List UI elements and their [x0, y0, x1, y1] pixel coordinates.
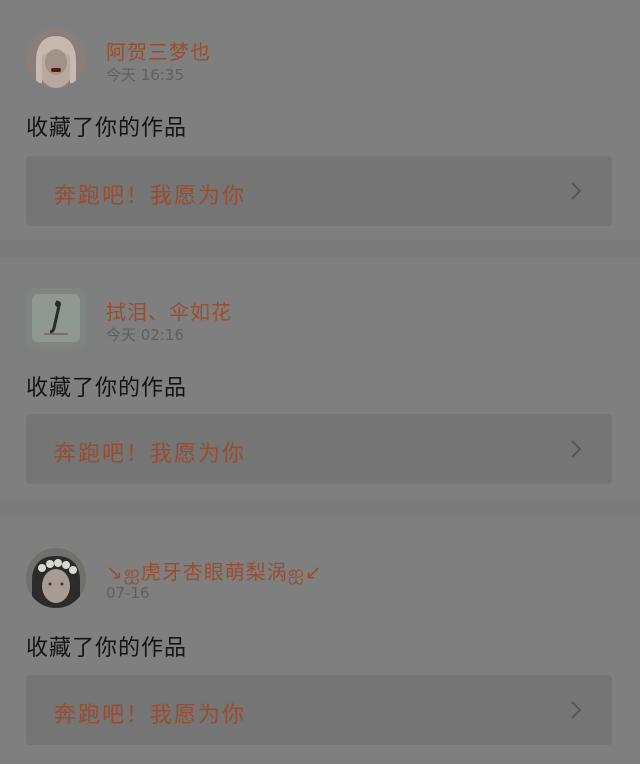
- action-text: 收藏了你的作品: [26, 376, 188, 401]
- notification-card: ↘ஐ虎牙杏眼萌梨涡ஐ↙ 07-16 收藏了你的作品 奔跑吧！我愿为你: [0, 518, 640, 764]
- timestamp: 07-16: [106, 584, 150, 602]
- username[interactable]: ↘ஐ虎牙杏眼萌梨涡ஐ↙: [106, 556, 323, 587]
- avatar-image: [26, 548, 86, 608]
- work-title: 奔跑吧！我愿为你: [54, 703, 247, 728]
- work-title: 奔跑吧！我愿为你: [54, 184, 247, 209]
- work-link[interactable]: 奔跑吧！我愿为你: [26, 675, 612, 745]
- notification-feed: 阿贺三梦也 今天 16:35 收藏了你的作品 奔跑吧！我愿为你 拭泪、伞如花 今…: [0, 0, 640, 764]
- notification-card: 阿贺三梦也 今天 16:35 收藏了你的作品 奔跑吧！我愿为你: [0, 0, 640, 240]
- avatar[interactable]: [26, 288, 86, 348]
- avatar[interactable]: [26, 548, 86, 608]
- timestamp: 今天 16:35: [106, 66, 184, 84]
- username[interactable]: 阿贺三梦也: [106, 36, 211, 65]
- username[interactable]: 拭泪、伞如花: [106, 296, 232, 325]
- work-title: 奔跑吧！我愿为你: [54, 442, 247, 467]
- notification-card: 拭泪、伞如花 今天 02:16 收藏了你的作品 奔跑吧！我愿为你: [0, 258, 640, 500]
- timestamp: 今天 02:16: [106, 326, 184, 344]
- action-text: 收藏了你的作品: [26, 636, 188, 661]
- chevron-right-icon: [571, 701, 582, 719]
- work-link[interactable]: 奔跑吧！我愿为你: [26, 156, 612, 226]
- chevron-right-icon: [571, 440, 582, 458]
- avatar-image: [26, 288, 86, 348]
- work-link[interactable]: 奔跑吧！我愿为你: [26, 414, 612, 484]
- action-text: 收藏了你的作品: [26, 116, 188, 141]
- avatar[interactable]: [26, 28, 86, 88]
- avatar-image: [26, 28, 86, 88]
- chevron-right-icon: [571, 182, 582, 200]
